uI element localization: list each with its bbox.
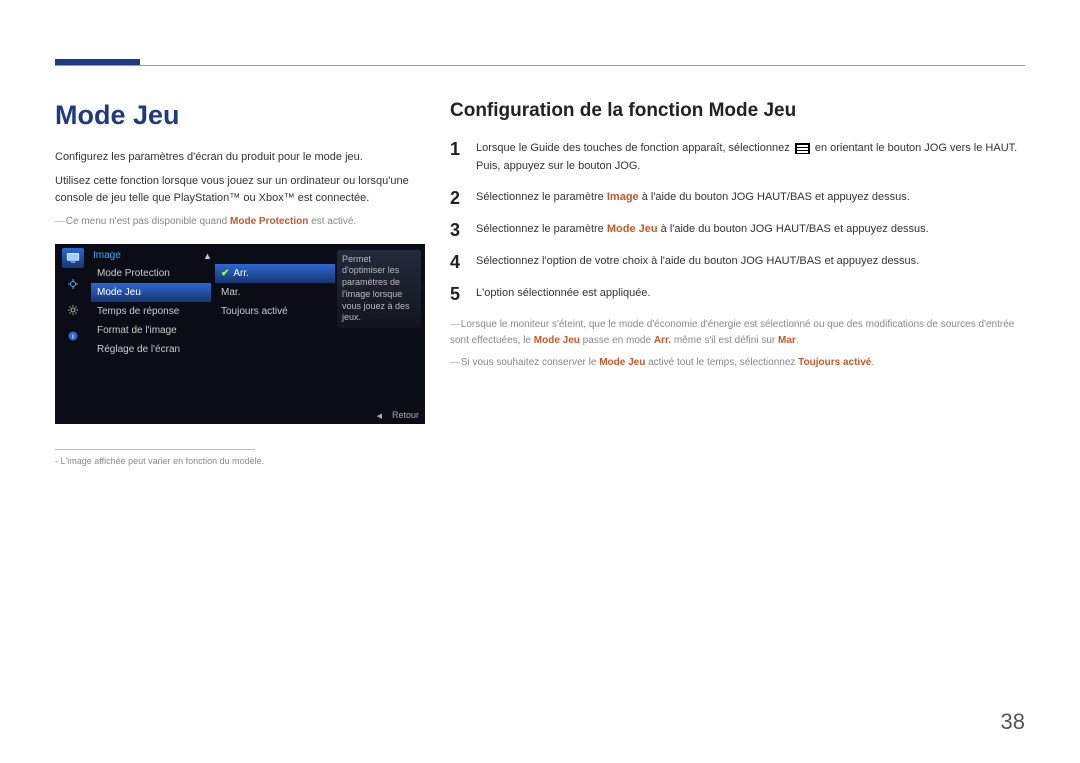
step-2: 2 Sélectionnez le paramètre Image à l'ai… xyxy=(450,189,1025,207)
info-icon: i xyxy=(62,326,84,346)
intro-text-1: Configurez les paramètres d'écran du pro… xyxy=(55,149,425,167)
step-text: Sélectionnez le paramètre Image à l'aide… xyxy=(476,189,1025,207)
step-list: 1 Lorsque le Guide des touches de foncti… xyxy=(450,140,1025,303)
step-text: Sélectionnez l'option de votre choix à l… xyxy=(476,253,1025,271)
note-a-mid1: passe en mode xyxy=(580,335,654,346)
osd-option-selected: Arr. xyxy=(215,264,335,283)
osd-menu-list: Mode Protection Mode Jeu Temps de répons… xyxy=(91,264,211,359)
step-text: L'option sélectionnée est appliquée. xyxy=(476,285,1025,303)
note-post: est activé. xyxy=(308,216,356,227)
note-b-post: . xyxy=(871,357,874,368)
image-varies-footnote: L'image affichée peut varier en fonction… xyxy=(55,456,425,466)
step-5: 5 L'option sélectionnée est appliquée. xyxy=(450,285,1025,303)
step-3: 3 Sélectionnez le paramètre Mode Jeu à l… xyxy=(450,221,1025,239)
scroll-up-icon: ▲ xyxy=(203,251,212,261)
header-rule xyxy=(55,65,1025,66)
step-text-pre: Lorsque le Guide des touches de fonction… xyxy=(476,142,793,154)
right-column: Configuration de la fonction Mode Jeu 1 … xyxy=(450,100,1025,466)
osd-description: Permet d'optimiser les paramètres de l'i… xyxy=(337,250,421,328)
osd-item: Temps de réponse xyxy=(91,302,211,321)
gear-icon xyxy=(62,300,84,320)
note-b-b1: Mode Jeu xyxy=(599,357,645,368)
step-text: Sélectionnez le paramètre Mode Jeu à l'a… xyxy=(476,221,1025,239)
step-text-pre: Sélectionnez le paramètre xyxy=(476,191,607,203)
step-text: Lorsque le Guide des touches de fonction… xyxy=(476,140,1025,175)
note-pre: Ce menu n'est pas disponible quand xyxy=(66,216,230,227)
step-4: 4 Sélectionnez l'option de votre choix à… xyxy=(450,253,1025,271)
availability-note: Ce menu n'est pas disponible quand Mode … xyxy=(55,214,425,230)
step-number: 2 xyxy=(450,189,464,207)
left-column: Mode Jeu Configurez les paramètres d'écr… xyxy=(55,100,425,466)
step-number: 5 xyxy=(450,285,464,303)
step-text-post: à l'aide du bouton JOG HAUT/BAS et appuy… xyxy=(658,223,929,235)
note-a-mid2: même s'il est défini sur xyxy=(671,335,778,346)
back-label: Retour xyxy=(392,410,419,420)
section-title: Mode Jeu xyxy=(55,100,425,131)
page: Mode Jeu Configurez les paramètres d'écr… xyxy=(0,0,1080,763)
note-b-mid: activé tout le temps, sélectionnez xyxy=(645,357,798,368)
note-b: Si vous souhaitez conserver le Mode Jeu … xyxy=(450,355,1025,371)
note-a-b1: Mode Jeu xyxy=(534,335,580,346)
note-a: Lorsque le moniteur s'éteint, que le mod… xyxy=(450,317,1025,349)
osd-screenshot: i Image ▲ Mode Protection Mode Jeu Temps… xyxy=(55,244,425,424)
menu-icon xyxy=(795,143,810,154)
page-number: 38 xyxy=(1001,709,1025,735)
footnote-separator xyxy=(55,449,255,450)
svg-text:i: i xyxy=(72,333,74,340)
subsection-title: Configuration de la fonction Mode Jeu xyxy=(450,100,1025,122)
note-a-b2: Arr. xyxy=(654,335,671,346)
osd-footer: ◀ Retour xyxy=(377,410,419,420)
step-number: 4 xyxy=(450,253,464,271)
target-icon xyxy=(62,274,84,294)
osd-option: Toujours activé xyxy=(215,302,335,321)
intro-text-2: Utilisez cette fonction lorsque vous jou… xyxy=(55,173,425,208)
osd-item: Mode Protection xyxy=(91,264,211,283)
monitor-icon xyxy=(62,248,84,268)
note-bold: Mode Protection xyxy=(230,216,308,227)
note-b-b2: Toujours activé xyxy=(798,357,871,368)
content-columns: Mode Jeu Configurez les paramètres d'écr… xyxy=(55,100,1025,466)
osd-item: Format de l'image xyxy=(91,321,211,340)
step-text-bold: Mode Jeu xyxy=(607,223,658,235)
note-b-pre: Si vous souhaitez conserver le xyxy=(461,357,599,368)
step-1: 1 Lorsque le Guide des touches de foncti… xyxy=(450,140,1025,175)
step-number: 1 xyxy=(450,140,464,175)
osd-item-selected: Mode Jeu xyxy=(91,283,211,302)
step-text-post: à l'aide du bouton JOG HAUT/BAS et appuy… xyxy=(639,191,910,203)
osd-item: Réglage de l'écran xyxy=(91,340,211,359)
note-a-post: . xyxy=(796,335,799,346)
osd-sidebar: i xyxy=(59,248,87,346)
step-text-pre: Sélectionnez le paramètre xyxy=(476,223,607,235)
step-text-bold: Image xyxy=(607,191,639,203)
osd-category-label: Image xyxy=(93,250,121,261)
note-a-b3: Mar xyxy=(778,335,796,346)
osd-option-list: Arr. Mar. Toujours activé xyxy=(215,264,335,321)
osd-option: Mar. xyxy=(215,283,335,302)
step-number: 3 xyxy=(450,221,464,239)
back-arrow-icon: ◀ xyxy=(377,413,382,420)
